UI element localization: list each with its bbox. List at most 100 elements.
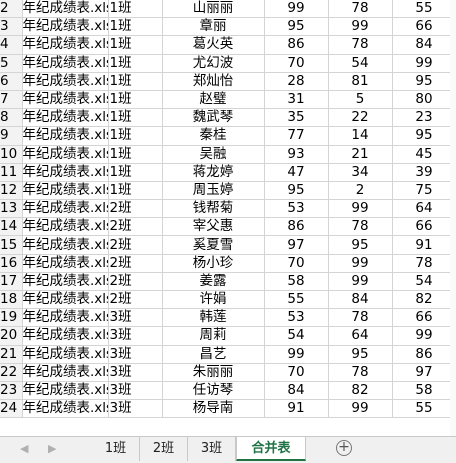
cell-score-2[interactable]: 78 xyxy=(328,0,393,19)
cell-score-2[interactable]: 22 xyxy=(328,108,393,128)
row-number[interactable]: 11 xyxy=(0,163,23,182)
cell-score-1[interactable]: 91 xyxy=(264,399,329,419)
cell-score-2[interactable]: 78 xyxy=(328,363,393,382)
cell-score-2[interactable]: 5 xyxy=(328,90,393,110)
cell-score-3[interactable]: 66 xyxy=(392,17,456,37)
cell-score-3[interactable]: 23 xyxy=(392,108,456,128)
cell-name[interactable]: 秦桂 xyxy=(162,126,265,146)
cell-name[interactable]: 姜露 xyxy=(162,272,265,292)
cell-source-file[interactable]: 年纪成绩表.xlsx xyxy=(22,108,109,128)
cell-class[interactable]: 2班 xyxy=(108,272,163,292)
cell-source-file[interactable]: 年纪成绩表.xlsx xyxy=(22,17,109,37)
row-number[interactable]: 13 xyxy=(0,199,23,219)
cell-class[interactable]: 3班 xyxy=(108,381,163,401)
cell-name[interactable]: 许娟 xyxy=(162,290,265,310)
cell-name[interactable]: 尤幻波 xyxy=(162,54,265,73)
cell-score-3[interactable]: 86 xyxy=(392,345,456,364)
cell-score-1[interactable]: 97 xyxy=(264,235,329,255)
cell-score-3[interactable]: 95 xyxy=(392,126,456,146)
cell-class[interactable]: 1班 xyxy=(108,126,163,146)
cell-source-file[interactable]: 年纪成绩表.xlsx xyxy=(22,163,109,182)
cell-source-file[interactable]: 年纪成绩表.xlsx xyxy=(22,290,109,310)
cell-score-3[interactable]: 55 xyxy=(392,399,456,419)
next-sheet-icon[interactable]: ▶ xyxy=(48,442,56,455)
cell-source-file[interactable]: 年纪成绩表.xlsx xyxy=(22,326,109,346)
cell-class[interactable]: 1班 xyxy=(108,17,163,37)
sheet-tab-3[interactable]: 3班 xyxy=(188,437,236,461)
cell-score-2[interactable]: 99 xyxy=(328,399,393,419)
cell-score-2[interactable]: 99 xyxy=(328,17,393,37)
cell-score-1[interactable]: 84 xyxy=(264,381,329,401)
cell-score-3[interactable]: 54 xyxy=(392,272,456,292)
cell-score-1[interactable]: 70 xyxy=(264,254,329,273)
row-number[interactable]: 14 xyxy=(0,217,23,237)
sheet-tab-1[interactable]: 1班 xyxy=(92,437,140,461)
row-number[interactable]: 12 xyxy=(0,181,23,201)
cell-class[interactable]: 3班 xyxy=(108,308,163,328)
cell-source-file[interactable]: 年纪成绩表.xlsx xyxy=(22,35,109,55)
cell-name[interactable]: 郑灿怡 xyxy=(162,72,265,91)
cell-score-3[interactable]: 82 xyxy=(392,290,456,310)
cell-class[interactable]: 2班 xyxy=(108,217,163,237)
spreadsheet-grid[interactable]: 2年纪成绩表.xlsx1班山丽丽9978553年纪成绩表.xlsx1班章丽959… xyxy=(0,0,456,436)
cell-score-3[interactable]: 39 xyxy=(392,163,456,182)
row-number[interactable]: 9 xyxy=(0,126,23,146)
cell-score-2[interactable]: 99 xyxy=(328,254,393,273)
cell-score-1[interactable]: 99 xyxy=(264,345,329,364)
cell-name[interactable]: 山丽丽 xyxy=(162,0,265,19)
scrollbar-gutter[interactable] xyxy=(450,0,456,436)
cell-name[interactable]: 赵璧 xyxy=(162,90,265,110)
cell-name[interactable]: 任访琴 xyxy=(162,381,265,401)
cell-score-1[interactable]: 95 xyxy=(264,181,329,201)
cell-name[interactable]: 钱帮菊 xyxy=(162,199,265,219)
cell-source-file[interactable]: 年纪成绩表.xlsx xyxy=(22,399,109,419)
cell-score-1[interactable]: 28 xyxy=(264,72,329,91)
cell-source-file[interactable]: 年纪成绩表.xlsx xyxy=(22,181,109,201)
cell-score-1[interactable]: 31 xyxy=(264,90,329,110)
cell-name[interactable]: 周玉婷 xyxy=(162,181,265,201)
cell-source-file[interactable]: 年纪成绩表.xlsx xyxy=(22,308,109,328)
cell-class[interactable]: 3班 xyxy=(108,326,163,346)
cell-score-3[interactable]: 75 xyxy=(392,181,456,201)
cell-score-1[interactable]: 77 xyxy=(264,126,329,146)
cell-score-3[interactable]: 97 xyxy=(392,363,456,382)
cell-source-file[interactable]: 年纪成绩表.xlsx xyxy=(22,235,109,255)
cell-score-2[interactable]: 21 xyxy=(328,145,393,164)
cell-name[interactable]: 吴融 xyxy=(162,145,265,164)
cell-score-1[interactable]: 55 xyxy=(264,290,329,310)
cell-name[interactable]: 章丽 xyxy=(162,17,265,37)
row-number[interactable]: 17 xyxy=(0,272,23,292)
cell-score-3[interactable]: 66 xyxy=(392,308,456,328)
row-number[interactable]: 15 xyxy=(0,235,23,255)
cell-score-3[interactable]: 99 xyxy=(392,54,456,73)
cell-class[interactable]: 1班 xyxy=(108,54,163,73)
row-number[interactable]: 10 xyxy=(0,145,23,164)
row-number[interactable]: 21 xyxy=(0,345,23,364)
cell-score-1[interactable]: 86 xyxy=(264,35,329,55)
row-number[interactable]: 6 xyxy=(0,72,23,91)
row-number[interactable]: 7 xyxy=(0,90,23,110)
sheet-tab-2[interactable]: 2班 xyxy=(140,437,188,461)
row-number[interactable]: 24 xyxy=(0,399,23,419)
cell-class[interactable]: 1班 xyxy=(108,145,163,164)
cell-score-1[interactable]: 86 xyxy=(264,217,329,237)
cell-score-3[interactable]: 99 xyxy=(392,326,456,346)
cell-source-file[interactable]: 年纪成绩表.xlsx xyxy=(22,72,109,91)
cell-name[interactable]: 周莉 xyxy=(162,326,265,346)
cell-score-1[interactable]: 47 xyxy=(264,163,329,182)
cell-score-1[interactable]: 70 xyxy=(264,54,329,73)
add-sheet-icon[interactable]: + xyxy=(336,440,352,456)
cell-score-3[interactable]: 91 xyxy=(392,235,456,255)
cell-score-1[interactable]: 53 xyxy=(264,308,329,328)
cell-source-file[interactable]: 年纪成绩表.xlsx xyxy=(22,345,109,364)
cell-score-2[interactable]: 2 xyxy=(328,181,393,201)
cell-class[interactable]: 1班 xyxy=(108,181,163,201)
cell-score-3[interactable]: 78 xyxy=(392,254,456,273)
cell-name[interactable]: 杨小珍 xyxy=(162,254,265,273)
cell-score-2[interactable]: 81 xyxy=(328,72,393,91)
cell-score-1[interactable]: 54 xyxy=(264,326,329,346)
cell-source-file[interactable]: 年纪成绩表.xlsx xyxy=(22,126,109,146)
cell-score-1[interactable]: 58 xyxy=(264,272,329,292)
cell-score-1[interactable]: 70 xyxy=(264,363,329,382)
cell-score-2[interactable]: 99 xyxy=(328,199,393,219)
